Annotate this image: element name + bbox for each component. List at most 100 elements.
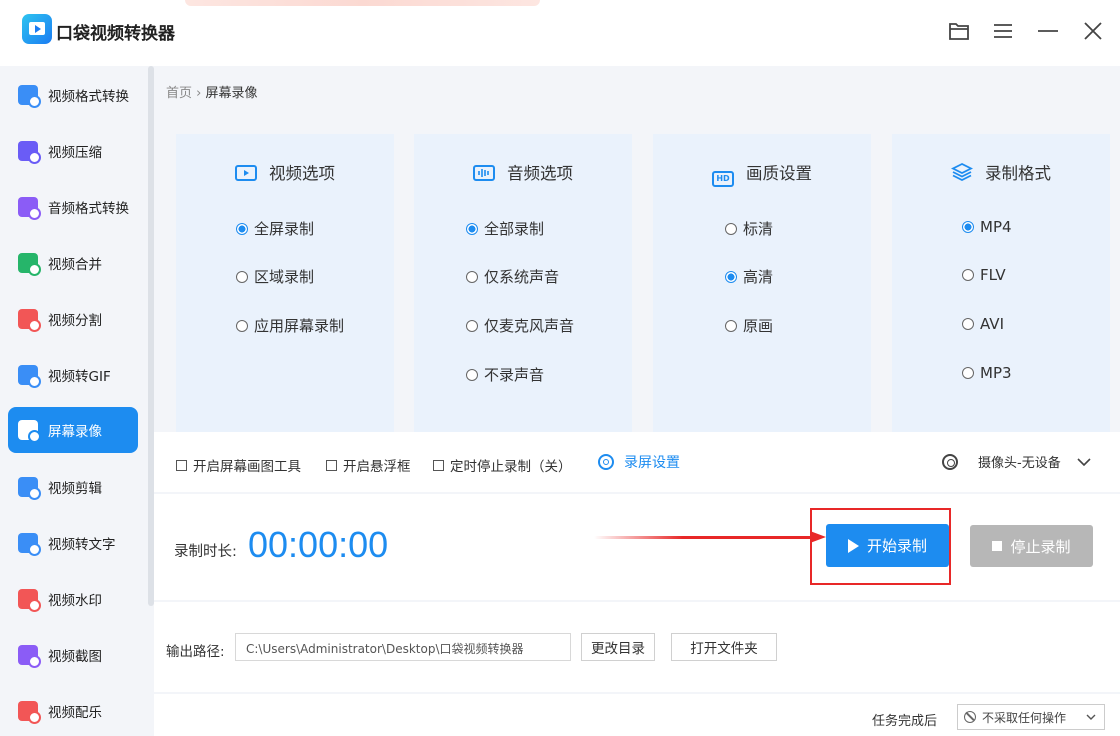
- close-icon[interactable]: [1080, 18, 1106, 44]
- radio-no-audio[interactable]: 不录声音: [466, 364, 544, 385]
- annotation-arrow-line: [594, 536, 816, 539]
- radio-label: 标清: [743, 220, 774, 238]
- radio-quality-original[interactable]: 原画: [725, 315, 773, 336]
- radio-record-all-audio[interactable]: 全部录制: [466, 218, 544, 239]
- sidebar-item-video-music[interactable]: 视频配乐: [8, 688, 138, 734]
- output-path-field[interactable]: C:\Users\Administrator\Desktop\口袋视频转换器: [235, 633, 571, 661]
- chevron-down-icon[interactable]: [1077, 457, 1091, 466]
- sidebar-item-label: 视频截图: [48, 649, 102, 665]
- radio-dot[interactable]: [962, 367, 974, 379]
- checkbox-float-box[interactable]: 开启悬浮框: [326, 455, 411, 475]
- radio-format-mp3[interactable]: MP3: [962, 364, 1012, 382]
- video-edit-icon: [18, 477, 41, 500]
- sidebar-item-screen-record[interactable]: 屏幕录像: [8, 407, 138, 453]
- sidebar-item-video-to-gif[interactable]: 视频转GIF: [8, 352, 138, 398]
- radio-dot[interactable]: [236, 222, 248, 235]
- video-merge-icon: [18, 253, 41, 276]
- format-options-header: 录制格式: [892, 160, 1110, 184]
- start-record-button[interactable]: 开始录制: [826, 524, 949, 567]
- record-settings-button[interactable]: 录屏设置: [598, 452, 680, 472]
- video-screen-icon: [235, 165, 257, 181]
- radio-dot[interactable]: [962, 269, 974, 281]
- app-title: 口袋视频转换器: [56, 24, 175, 44]
- folder-icon[interactable]: [946, 18, 972, 44]
- camera-select[interactable]: 摄像头-无设备: [942, 452, 1091, 471]
- checkbox-timer-stop[interactable]: 定时停止录制（关）: [433, 455, 572, 475]
- sidebar-item-video-format-convert[interactable]: 视频格式转换: [8, 72, 138, 118]
- radio-label: 全屏录制: [254, 220, 315, 238]
- camera-label: 摄像头-无设备: [978, 456, 1061, 471]
- sidebar-item-label: 视频剪辑: [48, 481, 102, 497]
- sidebar-item-video-edit[interactable]: 视频剪辑: [8, 464, 138, 510]
- output-panel: 输出路径: C:\Users\Administrator\Desktop\口袋视…: [154, 602, 1120, 692]
- sidebar-item-video-to-text[interactable]: 视频转文字: [8, 520, 138, 566]
- video-options-title: 视频选项: [269, 164, 335, 183]
- top-decoration: [185, 0, 540, 6]
- radio-label: 仅系统声音: [484, 268, 560, 286]
- checkbox-label: 开启屏幕画图工具: [193, 459, 301, 475]
- radio-dot[interactable]: [725, 270, 737, 283]
- radio-dot[interactable]: [466, 368, 478, 381]
- sidebar-item-video-watermark[interactable]: 视频水印: [8, 576, 138, 622]
- record-panel: 录制时长: 00:00:00 开始录制 停止录制: [154, 494, 1120, 600]
- radio-mic-only[interactable]: 仅麦克风声音: [466, 315, 574, 336]
- radio-dot[interactable]: [725, 319, 737, 332]
- radio-label: 高清: [743, 268, 774, 286]
- menu-icon[interactable]: [990, 18, 1016, 44]
- radio-dot[interactable]: [466, 270, 478, 283]
- sidebar-item-label: 视频转文字: [48, 537, 116, 553]
- checkbox-box[interactable]: [176, 459, 187, 471]
- app-logo-icon: [22, 14, 52, 44]
- format-options-card: 录制格式 MP4 FLV AVI MP3: [892, 134, 1110, 432]
- radio-dot[interactable]: [962, 318, 974, 330]
- radio-quality-hd[interactable]: 高清: [725, 266, 773, 287]
- radio-dot[interactable]: [466, 319, 478, 332]
- format-options-title: 录制格式: [985, 164, 1051, 183]
- checkbox-box[interactable]: [326, 459, 337, 471]
- sidebar-item-video-screenshot[interactable]: 视频截图: [8, 632, 138, 678]
- radio-dot[interactable]: [236, 319, 248, 332]
- main-content: 首页 › 屏幕录像 视频选项 全屏录制 区域录制 应用屏幕录制 音频选项 全部录…: [154, 66, 1120, 736]
- change-directory-button[interactable]: 更改目录: [581, 633, 655, 661]
- radio-format-flv[interactable]: FLV: [962, 266, 1006, 284]
- checkbox-draw-tool[interactable]: 开启屏幕画图工具: [176, 455, 301, 475]
- radio-label: 仅麦克风声音: [484, 317, 575, 335]
- stop-record-button[interactable]: 停止录制: [970, 525, 1093, 567]
- sidebar-item-video-merge[interactable]: 视频合并: [8, 240, 138, 286]
- after-task-select[interactable]: 不采取任何操作: [957, 704, 1105, 730]
- radio-fullscreen-record[interactable]: 全屏录制: [236, 218, 314, 239]
- sidebar-item-label: 视频合并: [48, 257, 102, 273]
- start-record-label: 开始录制: [866, 537, 927, 555]
- sidebar-item-video-compress[interactable]: 视频压缩: [8, 128, 138, 174]
- chevron-down-icon: [1086, 714, 1096, 720]
- radio-dot[interactable]: [725, 222, 737, 235]
- open-folder-button[interactable]: 打开文件夹: [671, 633, 777, 661]
- video-convert-icon: [18, 85, 41, 108]
- audio-options-card: 音频选项 全部录制 仅系统声音 仅麦克风声音 不录声音: [414, 134, 632, 432]
- sidebar-item-audio-format-convert[interactable]: 音频格式转换: [8, 184, 138, 230]
- minimize-icon[interactable]: [1035, 18, 1061, 44]
- checkbox-box[interactable]: [433, 459, 444, 471]
- radio-format-mp4[interactable]: MP4: [962, 218, 1012, 236]
- radio-app-screen-record[interactable]: 应用屏幕录制: [236, 315, 344, 336]
- audio-options-title: 音频选项: [507, 164, 573, 183]
- radio-dot[interactable]: [466, 222, 478, 235]
- radio-quality-sd[interactable]: 标清: [725, 218, 773, 239]
- quality-options-header: HD 画质设置: [653, 160, 871, 187]
- sidebar: 视频格式转换 视频压缩 音频格式转换 视频合并 视频分割 视频转GIF 屏幕录像…: [0, 66, 154, 736]
- radio-label: 区域录制: [254, 268, 315, 286]
- radio-system-audio-only[interactable]: 仅系统声音: [466, 266, 559, 287]
- hd-icon: HD: [712, 171, 734, 187]
- title-bar: 口袋视频转换器: [0, 0, 1120, 66]
- quality-options-title: 画质设置: [746, 164, 812, 183]
- footer-panel: 任务完成后 不采取任何操作: [154, 694, 1120, 736]
- checkbox-label: 开启悬浮框: [343, 459, 411, 475]
- breadcrumb-home[interactable]: 首页: [166, 86, 192, 101]
- radio-dot[interactable]: [962, 221, 974, 233]
- radio-dot[interactable]: [236, 270, 248, 283]
- radio-format-avi[interactable]: AVI: [962, 315, 1004, 333]
- record-settings-label: 录屏设置: [624, 455, 680, 471]
- sidebar-item-video-split[interactable]: 视频分割: [8, 296, 138, 342]
- play-icon: [847, 538, 859, 553]
- radio-region-record[interactable]: 区域录制: [236, 266, 314, 287]
